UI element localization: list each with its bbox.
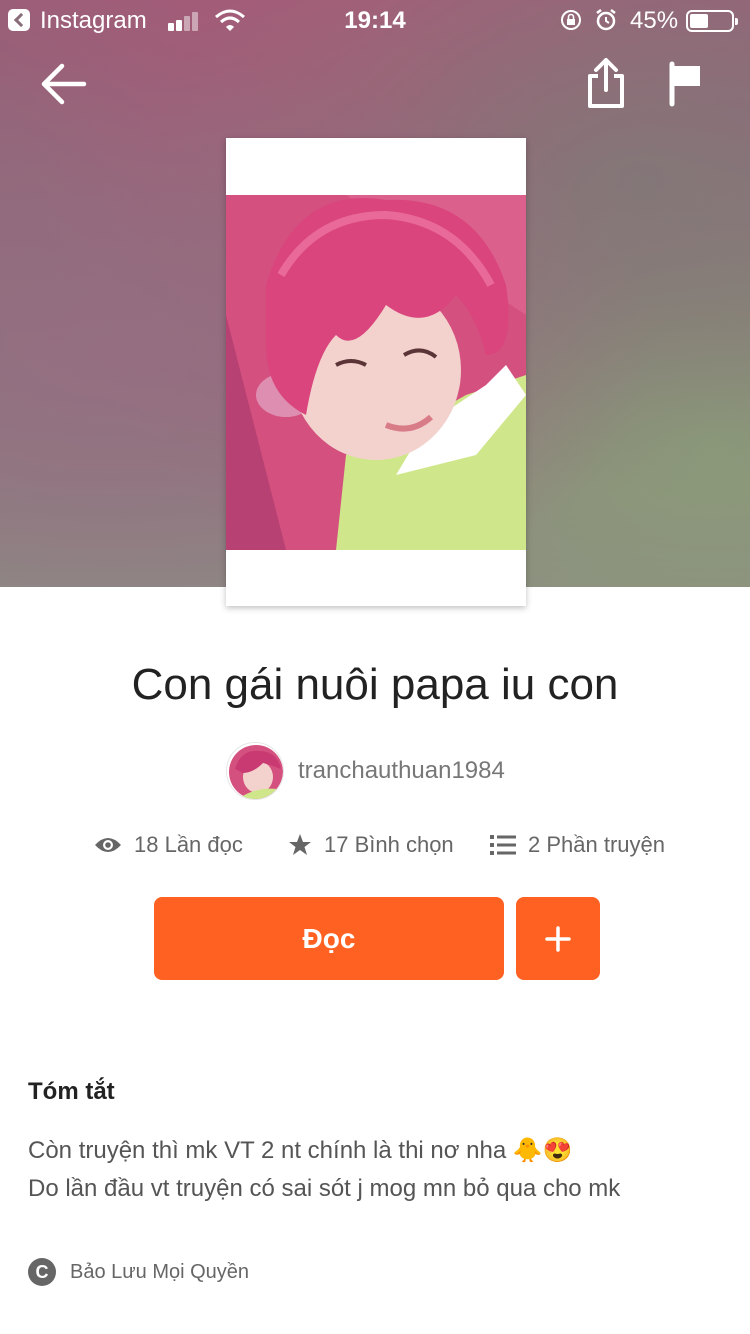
read-button[interactable]: Đọc [154,897,504,980]
flag-icon[interactable] [666,60,706,108]
story-title: Con gái nuôi papa iu con [131,660,619,709]
license-text: Bảo Lưu Mọi Quyền [70,1260,250,1283]
summary-text: Còn truyện thì mk VT 2 nt chính là thi n… [28,1132,728,1208]
license-info: C Bảo Lưu Mọi Quyền [28,1258,249,1286]
status-bar: Instagram 19:14 45% [0,0,750,40]
reads-count: 18 Lần đọc [134,832,243,857]
rotation-lock-icon [561,10,581,30]
parts-count: 2 Phần truyện [528,832,665,857]
summary-heading: Tóm tắt [28,1078,115,1105]
author-name[interactable]: tranchauthuan1984 [298,757,505,785]
share-icon[interactable] [584,56,628,110]
parts-stat: 2 Phần truyện [490,832,665,858]
add-to-library-button[interactable] [516,897,600,980]
eye-icon [95,838,121,852]
reads-stat: 18 Lần đọc [94,832,243,858]
arrow-left-icon[interactable] [40,60,90,110]
plus-icon [545,925,571,952]
alarm-icon [596,9,616,31]
battery-icon [686,10,738,32]
list-icon [490,835,516,855]
avatar[interactable] [226,742,284,800]
copyright-icon: C [28,1258,56,1286]
votes-stat: 17 Bình chọn [288,832,454,858]
summary-line-1: Còn truyện thì mk VT 2 nt chính là thi n… [28,1137,573,1164]
story-cover[interactable] [226,138,526,606]
votes-count: 17 Bình chọn [324,832,454,857]
cover-photo [226,195,526,550]
story-stats: 18 Lần đọc 17 Bình chọn 2 Phần truyện [0,832,750,868]
summary-line-2: Do lần đầu vt truyện có sai sót j mog mn… [28,1175,621,1202]
star-icon [289,834,311,855]
author-link[interactable]: tranchauthuan1984 [226,742,505,800]
battery-percent: 45% [630,7,679,34]
